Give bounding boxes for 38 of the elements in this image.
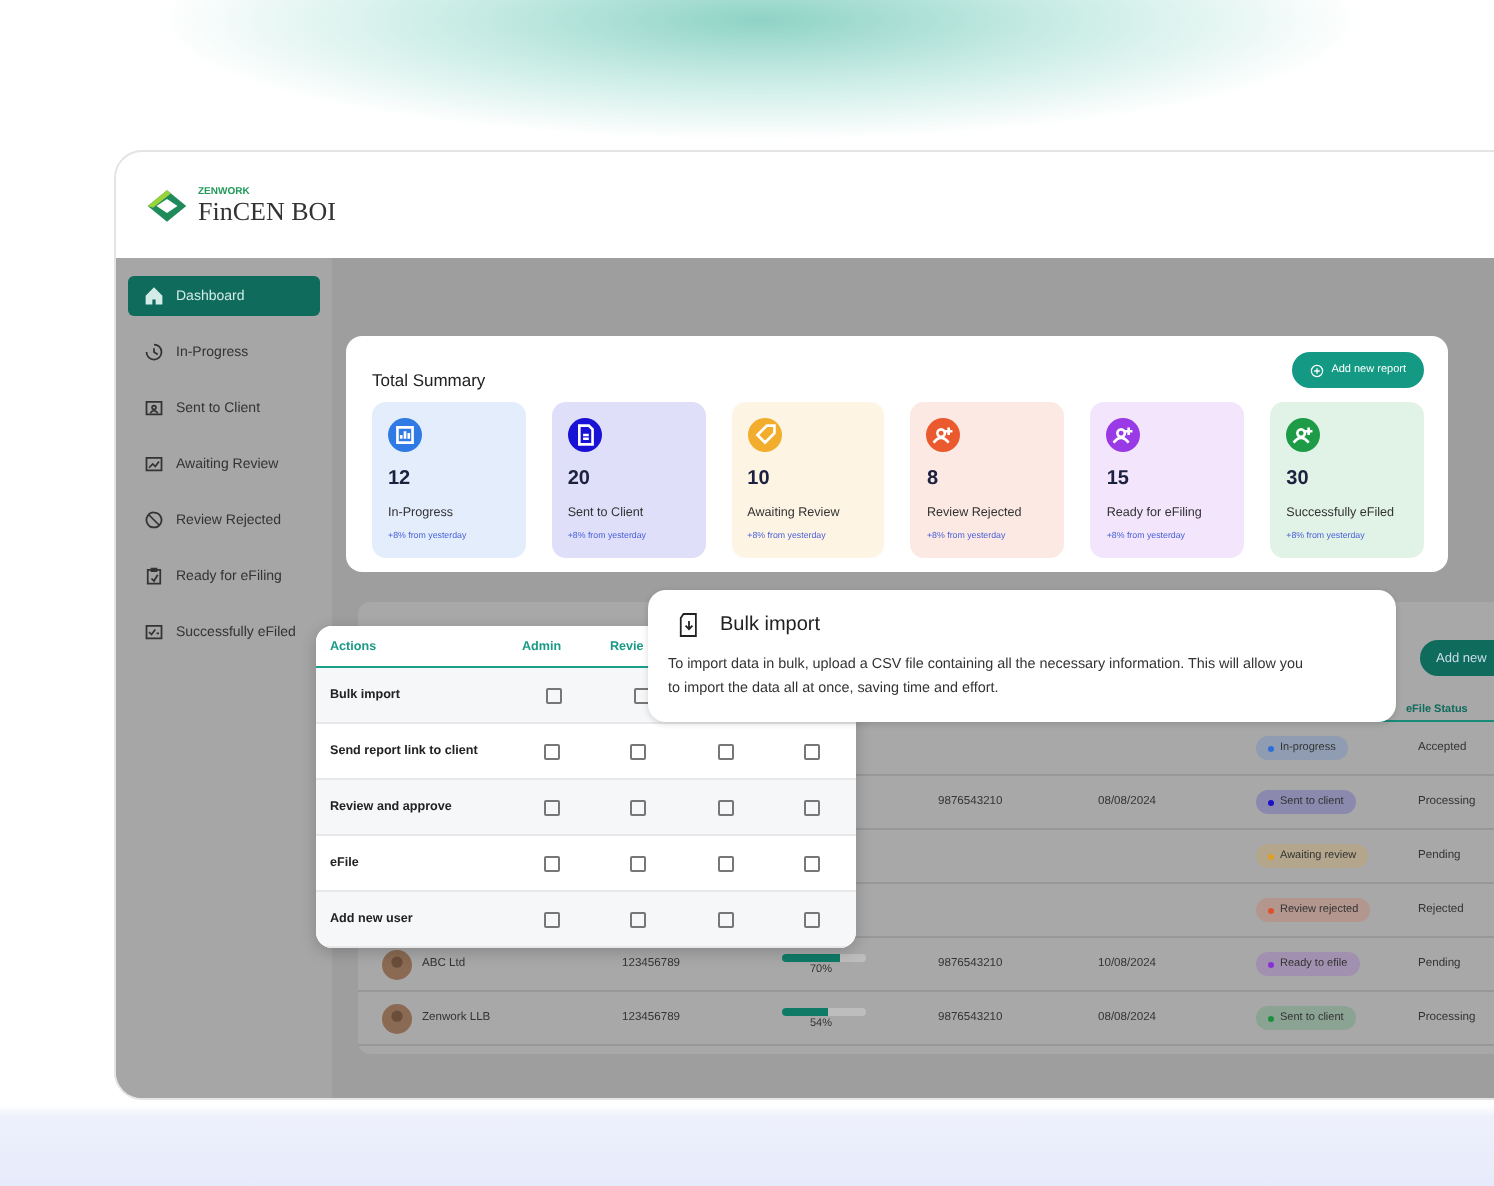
product-name: FinCEN BOI	[198, 197, 336, 223]
checkbox[interactable]	[804, 911, 821, 927]
stat-count: 12	[388, 468, 411, 490]
checkbox[interactable]	[543, 743, 560, 759]
checkbox[interactable]	[717, 911, 734, 927]
document-download-icon	[678, 612, 700, 638]
ban-icon	[144, 510, 164, 530]
checkbox[interactable]	[543, 911, 560, 927]
check-icon	[144, 622, 164, 642]
checkbox[interactable]	[630, 855, 647, 871]
checkbox[interactable]	[543, 855, 560, 871]
stat-count: 20	[567, 468, 590, 490]
checkbox[interactable]	[804, 855, 821, 871]
person-icon	[144, 398, 164, 418]
checkbox[interactable]	[630, 911, 647, 927]
checkbox[interactable]	[546, 687, 562, 703]
checkbox[interactable]	[717, 855, 734, 871]
plus-icon	[1309, 363, 1324, 377]
checkbox[interactable]	[717, 799, 734, 815]
checkbox[interactable]	[804, 799, 821, 815]
checkbox[interactable]	[804, 743, 821, 759]
clipboard-icon	[144, 566, 164, 586]
avatar-icon	[382, 1003, 412, 1033]
home-icon	[144, 286, 164, 306]
stat-count: 30	[1286, 468, 1309, 490]
clock-icon	[144, 342, 164, 362]
stat-count: 10	[747, 468, 770, 490]
checkbox[interactable]	[717, 743, 734, 759]
avatar-icon	[382, 949, 412, 979]
diamond-logo-icon	[146, 187, 188, 223]
checkbox[interactable]	[630, 799, 647, 815]
stat-count: 8	[926, 468, 939, 490]
chart-icon	[144, 454, 164, 474]
tooltip-title: Bulk import	[720, 614, 821, 636]
stat-count: 15	[1106, 468, 1129, 490]
checkbox[interactable]	[543, 799, 560, 815]
summary-title: Total Summary	[372, 370, 486, 390]
checkbox[interactable]	[630, 743, 647, 759]
